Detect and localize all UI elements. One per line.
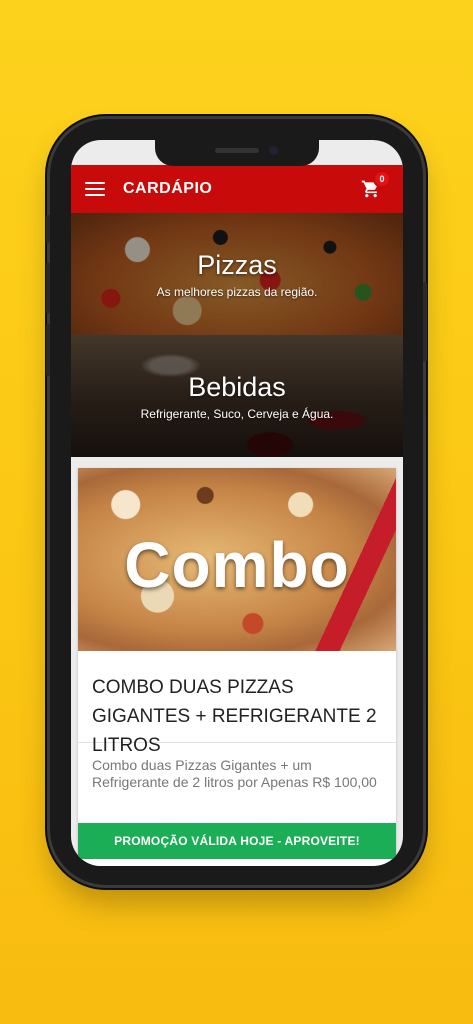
category-subtitle: As melhores pizzas da região. bbox=[156, 284, 318, 299]
speaker-icon bbox=[215, 148, 259, 153]
app-screen: CARDÁPIO 0 Pizzas As melhores pizzas da … bbox=[71, 140, 403, 866]
category-title: Pizzas bbox=[197, 249, 277, 280]
phone-power-button bbox=[423, 282, 427, 362]
category-pizzas[interactable]: Pizzas As melhores pizzas da região. bbox=[71, 213, 403, 335]
phone-mute-switch bbox=[46, 215, 50, 243]
promo-button[interactable]: PROMOÇÃO VÁLIDA HOJE - APROVEITE! bbox=[78, 823, 396, 859]
combo-image: Combo bbox=[78, 468, 396, 651]
camera-icon bbox=[269, 146, 278, 155]
category-subtitle: Refrigerante, Suco, Cerveja e Água. bbox=[140, 406, 334, 421]
app-bar: CARDÁPIO 0 bbox=[71, 165, 403, 213]
phone-notch bbox=[155, 140, 319, 166]
app-title: CARDÁPIO bbox=[123, 180, 213, 197]
phone-volume-up bbox=[46, 262, 50, 314]
combo-card[interactable]: Combo COMBO DUAS PIZZAS GIGANTES + REFRI… bbox=[78, 468, 396, 866]
menu-icon[interactable] bbox=[85, 182, 105, 196]
phone-volume-down bbox=[46, 324, 50, 376]
cart-count-badge: 0 bbox=[373, 170, 391, 188]
category-title: Bebidas bbox=[188, 371, 286, 402]
combo-image-text: Combo bbox=[124, 529, 350, 601]
combo-title: COMBO DUAS PIZZAS GIGANTES + REFRIGERANT… bbox=[78, 651, 396, 756]
category-bebidas[interactable]: Bebidas Refrigerante, Suco, Cerveja e Ág… bbox=[71, 335, 403, 457]
